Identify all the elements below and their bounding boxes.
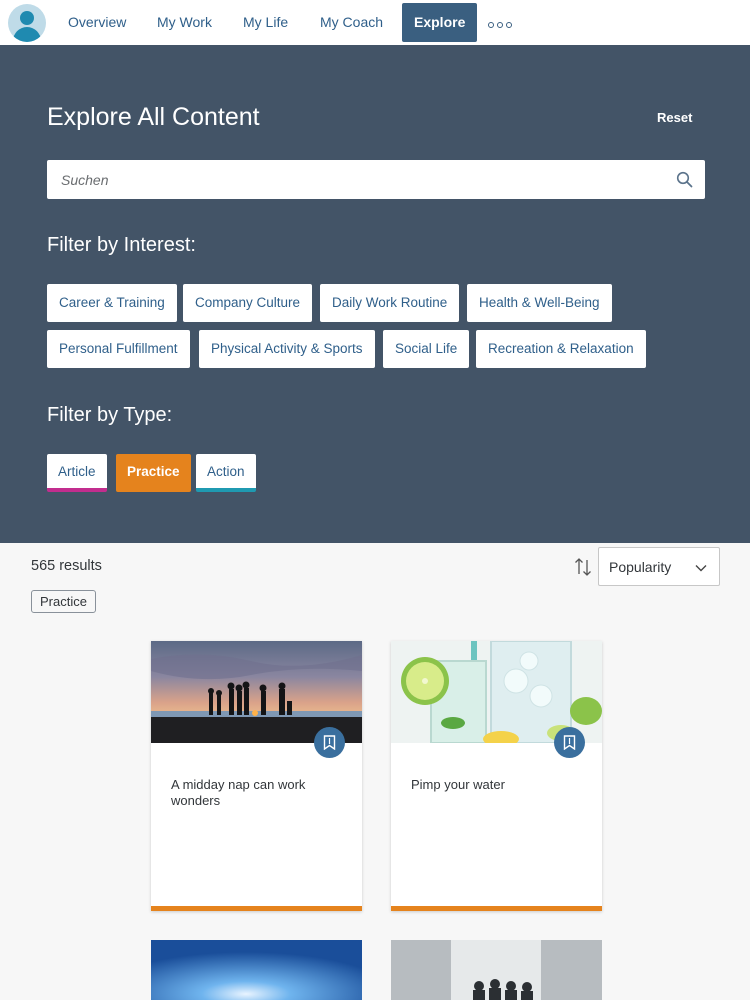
tab-explore[interactable]: Explore [402, 3, 478, 42]
interest-chip-recreation-relaxation[interactable]: Recreation & Relaxation [476, 330, 646, 368]
card-image-blue-sky [151, 940, 362, 1000]
results-count: 565 results [31, 558, 102, 574]
interest-chip-personal-fulfillment[interactable]: Personal Fulfillment [47, 330, 190, 368]
type-chip-practice[interactable]: Practice [116, 454, 191, 492]
type-chip-action[interactable]: Action [196, 454, 256, 492]
sort-select-value: Popularity [609, 559, 672, 575]
tab-my-work[interactable]: My Work [145, 3, 224, 42]
search-icon[interactable] [676, 171, 693, 188]
card-type-indicator [391, 906, 602, 911]
content-card-partial[interactable] [151, 940, 362, 1000]
search-field [47, 160, 705, 199]
interest-filter-label: Filter by Interest: [47, 234, 196, 256]
tab-my-coach[interactable]: My Coach [308, 3, 395, 42]
search-input[interactable] [47, 160, 657, 199]
card-image-waterfall-group [391, 940, 602, 1000]
explore-filter-panel: Explore All Content Reset Filter by Inte… [0, 45, 750, 543]
bookmark-icon [323, 735, 336, 750]
interest-chip-social-life[interactable]: Social Life [383, 330, 470, 368]
interest-chip-daily-work-routine[interactable]: Daily Work Routine [320, 284, 460, 322]
sort-order-icon[interactable] [572, 556, 594, 578]
type-chip-article[interactable]: Article [47, 454, 107, 492]
interest-chip-career-training[interactable]: Career & Training [47, 284, 177, 322]
bookmark-icon [563, 735, 576, 750]
type-filter-label: Filter by Type: [47, 404, 173, 426]
card-title: Pimp your water [411, 777, 505, 792]
bookmark-button[interactable] [554, 727, 585, 758]
interest-chip-health-well-being[interactable]: Health & Well-Being [467, 284, 612, 322]
content-card-partial[interactable] [391, 940, 602, 1000]
card-title: A midday nap can work wonders [171, 777, 306, 808]
tab-my-life[interactable]: My Life [231, 3, 300, 42]
avatar-head-icon [20, 11, 34, 25]
bookmark-button[interactable] [314, 727, 345, 758]
content-card-pimp-your-water[interactable]: Pimp your water [391, 641, 602, 911]
reset-button[interactable]: Reset [657, 110, 692, 125]
user-avatar[interactable] [8, 4, 46, 42]
interest-chip-company-culture[interactable]: Company Culture [183, 284, 313, 322]
interest-chip-physical-activity-sports[interactable]: Physical Activity & Sports [199, 330, 375, 368]
overflow-dots-icon[interactable] [488, 22, 512, 28]
tab-overview[interactable]: Overview [56, 3, 138, 42]
content-card-midday-nap[interactable]: A midday nap can work wonders [151, 641, 362, 911]
active-filter-token[interactable]: Practice [31, 590, 96, 613]
sort-select[interactable]: Popularity [598, 547, 720, 586]
page-title: Explore All Content [47, 103, 260, 131]
avatar-body-icon [13, 27, 41, 42]
card-type-indicator [151, 906, 362, 911]
chevron-down-icon [695, 565, 707, 572]
top-navigation: Overview My Work My Life My Coach Explor… [0, 0, 750, 45]
